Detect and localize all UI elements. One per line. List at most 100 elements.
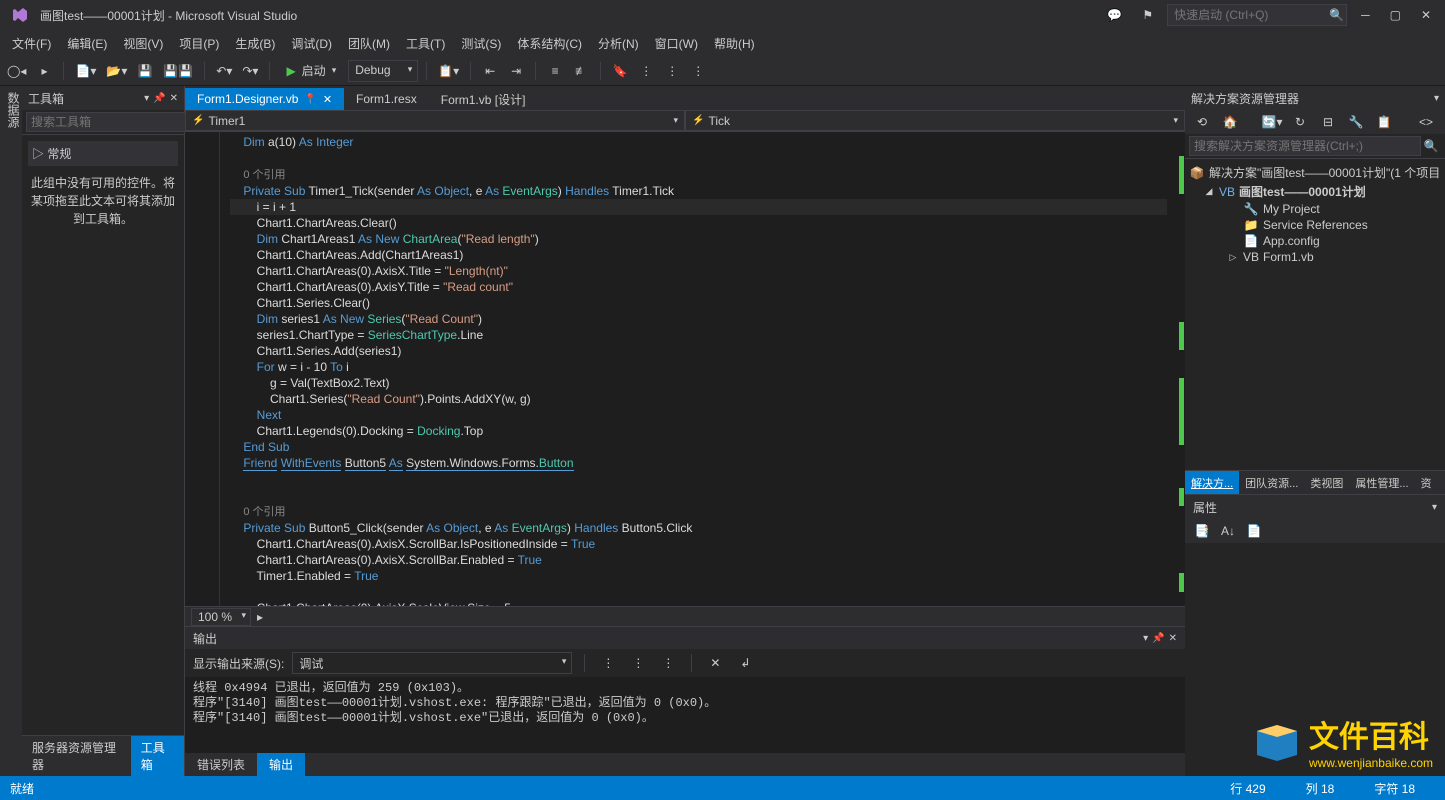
menu-item[interactable]: 调试(D) bbox=[283, 31, 340, 56]
search-icon: 🔍 bbox=[1329, 8, 1344, 22]
props-page-icon[interactable]: 📄 bbox=[1243, 520, 1265, 542]
tree-item[interactable]: ▷VBForm1.vb bbox=[1189, 249, 1441, 265]
menu-item[interactable]: 测试(S) bbox=[453, 31, 509, 56]
comment-button[interactable]: ≡ bbox=[544, 60, 566, 82]
scrollbar-map[interactable] bbox=[1167, 132, 1185, 606]
toolbox-tab[interactable]: 工具箱 bbox=[131, 736, 184, 776]
right-panel-tab[interactable]: 解决方... bbox=[1185, 471, 1239, 494]
start-debug-button[interactable]: ▶启动▾ bbox=[278, 59, 344, 83]
explorer-title: 解决方案资源管理器 bbox=[1191, 90, 1430, 107]
close-icon[interactable]: ✕ bbox=[1169, 633, 1177, 644]
undo-button[interactable]: ↶▾ bbox=[213, 60, 235, 82]
save-all-button[interactable]: 💾💾 bbox=[160, 60, 196, 82]
props-az-icon[interactable]: A↓ bbox=[1217, 520, 1239, 542]
output-tab[interactable]: 输出 bbox=[257, 753, 305, 776]
tree-item[interactable]: 📄App.config bbox=[1189, 233, 1441, 249]
right-panel-tab[interactable]: 属性管理... bbox=[1349, 471, 1414, 494]
dropdown-icon[interactable]: ▾ bbox=[1432, 502, 1437, 513]
code-icon[interactable]: <> bbox=[1415, 111, 1437, 133]
file-tab[interactable]: Form1.Designer.vb📍✕ bbox=[185, 88, 344, 110]
member-method-combo[interactable]: ⚡Tick bbox=[685, 110, 1185, 131]
left-dock-tab[interactable]: 数据源 bbox=[0, 86, 22, 776]
close-icon[interactable]: ✕ bbox=[170, 93, 178, 104]
output-source-combo[interactable]: 调试 bbox=[292, 652, 572, 674]
menu-item[interactable]: 工具(T) bbox=[398, 31, 453, 56]
file-tabs: Form1.Designer.vb📍✕Form1.resxForm1.vb [设… bbox=[185, 86, 1185, 110]
tree-item[interactable]: 🔧My Project bbox=[1189, 201, 1441, 217]
tb-icon-c[interactable]: ⋮ bbox=[687, 60, 709, 82]
menu-item[interactable]: 体系结构(C) bbox=[509, 31, 590, 56]
indent-in-button[interactable]: ⇥ bbox=[505, 60, 527, 82]
pin-icon[interactable]: 📌 bbox=[1152, 633, 1164, 644]
pin-icon[interactable]: 📌 bbox=[153, 93, 165, 104]
menu-item[interactable]: 分析(N) bbox=[590, 31, 647, 56]
indent-out-button[interactable]: ⇤ bbox=[479, 60, 501, 82]
solution-node[interactable]: 📦解决方案"画图test——00001计划"(1 个项目 bbox=[1189, 163, 1441, 182]
dropdown-icon[interactable]: ▾ bbox=[1143, 633, 1148, 644]
pin-icon[interactable]: 📍 bbox=[304, 94, 316, 105]
config-combo[interactable]: Debug bbox=[348, 60, 418, 82]
collapse-icon[interactable]: ⊟ bbox=[1317, 111, 1339, 133]
flag-icon[interactable]: ⚑ bbox=[1136, 4, 1159, 26]
chevron-right-icon[interactable]: ▸ bbox=[257, 610, 263, 624]
file-tab[interactable]: Form1.vb [设计] bbox=[429, 88, 538, 110]
menu-item[interactable]: 生成(B) bbox=[227, 31, 283, 56]
uncomment-button[interactable]: ≢ bbox=[570, 60, 592, 82]
refresh-icon[interactable]: ↻ bbox=[1289, 111, 1311, 133]
toolbox-group[interactable]: ▷ 常规 bbox=[28, 141, 178, 166]
output-tool-b[interactable]: ⋮ bbox=[627, 652, 649, 674]
right-panel-tab[interactable]: 团队资源... bbox=[1239, 471, 1304, 494]
vs-logo-icon bbox=[8, 3, 32, 27]
menu-item[interactable]: 项目(P) bbox=[171, 31, 227, 56]
output-tool-c[interactable]: ⋮ bbox=[657, 652, 679, 674]
dropdown-icon[interactable]: ▾ bbox=[144, 93, 149, 104]
props-cat-icon[interactable]: 📑 bbox=[1191, 520, 1213, 542]
nav-back-button[interactable]: ◯◂ bbox=[4, 60, 29, 82]
clear-output-button[interactable]: ✕ bbox=[704, 652, 726, 674]
sync-icon[interactable]: 🔄▾ bbox=[1261, 111, 1283, 133]
output-text[interactable]: 线程 0x4994 已退出，返回值为 259 (0x103)。 程序"[3140… bbox=[185, 677, 1185, 753]
toolbox-tab[interactable]: 服务器资源管理器 bbox=[22, 736, 131, 776]
back-icon[interactable]: ⟲ bbox=[1191, 111, 1213, 133]
menu-item[interactable]: 团队(M) bbox=[340, 31, 398, 56]
tb-icon-b[interactable]: ⋮ bbox=[661, 60, 683, 82]
menu-item[interactable]: 编辑(E) bbox=[59, 31, 115, 56]
minimize-button[interactable]: ─ bbox=[1355, 4, 1376, 26]
output-tab[interactable]: 错误列表 bbox=[185, 753, 257, 776]
quick-launch[interactable]: 🔍 bbox=[1167, 4, 1347, 26]
nav-fwd-button[interactable]: ▸ bbox=[33, 60, 55, 82]
notifications-icon[interactable]: 💬 bbox=[1101, 4, 1128, 26]
redo-button[interactable]: ↷▾ bbox=[239, 60, 261, 82]
tb-icon-a[interactable]: ⋮ bbox=[635, 60, 657, 82]
dropdown-icon[interactable]: ▾ bbox=[1434, 93, 1439, 104]
bookmark-button[interactable]: 🔖 bbox=[609, 60, 631, 82]
project-node[interactable]: ◢VB画图test——00001计划 bbox=[1189, 182, 1441, 201]
menu-item[interactable]: 窗口(W) bbox=[647, 31, 706, 56]
tree-item[interactable]: 📁Service References bbox=[1189, 217, 1441, 233]
search-icon[interactable]: 🔍 bbox=[1421, 139, 1441, 153]
explorer-search-input[interactable] bbox=[1189, 136, 1421, 156]
zoom-combo[interactable]: 100 % bbox=[191, 608, 251, 626]
new-project-button[interactable]: 📄▾ bbox=[72, 60, 99, 82]
open-file-button[interactable]: 📂▾ bbox=[103, 60, 130, 82]
file-tab[interactable]: Form1.resx bbox=[344, 88, 429, 110]
close-button[interactable]: ✕ bbox=[1415, 4, 1437, 26]
menu-item[interactable]: 帮助(H) bbox=[706, 31, 763, 56]
save-button[interactable]: 💾 bbox=[134, 60, 156, 82]
quick-launch-input[interactable] bbox=[1174, 8, 1329, 22]
toggle-wrap-button[interactable]: ↲ bbox=[734, 652, 756, 674]
maximize-button[interactable]: ▢ bbox=[1384, 4, 1407, 26]
properties-icon[interactable]: 🔧 bbox=[1345, 111, 1367, 133]
show-all-icon[interactable]: 📋 bbox=[1373, 111, 1395, 133]
menu-item[interactable]: 文件(F) bbox=[4, 31, 59, 56]
right-panel-tab[interactable]: 类视图 bbox=[1304, 471, 1349, 494]
toolbox-search-input[interactable] bbox=[26, 112, 191, 132]
menu-item[interactable]: 视图(V) bbox=[115, 31, 171, 56]
process-button[interactable]: 📋▾ bbox=[435, 60, 462, 82]
right-panel-tab[interactable]: 资 bbox=[1415, 471, 1438, 494]
home-icon[interactable]: 🏠 bbox=[1219, 111, 1241, 133]
member-scope-combo[interactable]: ⚡Timer1 bbox=[185, 110, 685, 131]
output-tool-a[interactable]: ⋮ bbox=[597, 652, 619, 674]
code-editor[interactable]: Dim a(10) As Integer 0 个引用 Private Sub T… bbox=[185, 132, 1185, 606]
close-icon[interactable]: ✕ bbox=[323, 93, 332, 106]
